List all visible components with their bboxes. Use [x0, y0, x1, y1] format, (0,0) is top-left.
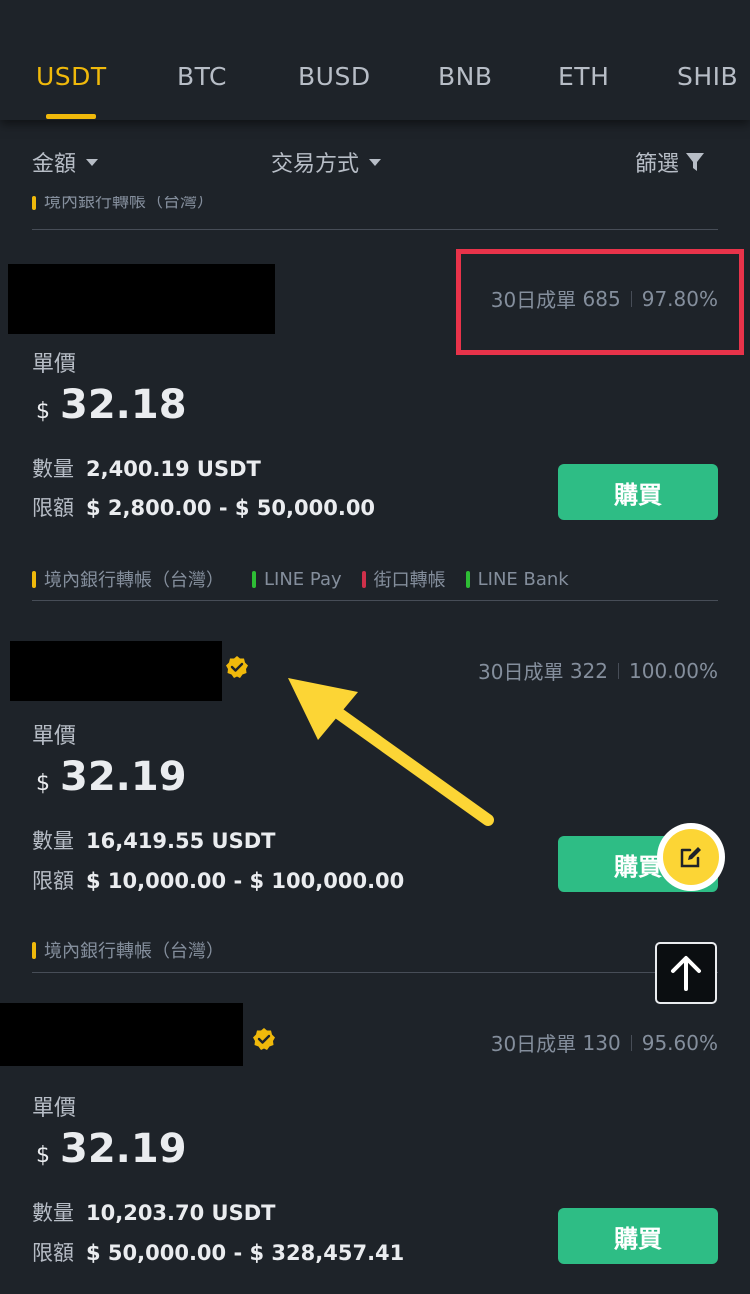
funnel-icon: [686, 153, 705, 171]
unit-price: $32.19: [36, 754, 187, 800]
tab-eth[interactable]: ETH: [558, 62, 609, 91]
tab-shib[interactable]: SHIB: [677, 62, 738, 91]
unit-price: $32.18: [36, 382, 187, 428]
tab-bnb[interactable]: BNB: [438, 62, 493, 91]
amount-filter-label: 金額: [32, 152, 77, 177]
payment-tags: 境內銀行轉帳（台灣） LINE Pay 街口轉帳 LINE Bank: [32, 566, 569, 592]
listing-stats: 30日成單 322 100.00%: [478, 658, 718, 685]
advertiser-name-redacted: [8, 264, 275, 334]
edit-icon: [680, 847, 701, 868]
amount-filter[interactable]: 金額: [32, 146, 99, 178]
caret-down-icon: [369, 158, 382, 166]
payment-tag-cut: 境內銀行轉帳（台灣）: [32, 196, 214, 210]
verified-badge-icon: [226, 656, 248, 678]
tab-busd[interactable]: BUSD: [298, 62, 371, 91]
divider: [32, 972, 718, 973]
currency-tab-bar: USDT BTC BUSD BNB ETH SHIB: [0, 0, 750, 120]
buy-button[interactable]: 購買: [558, 464, 718, 520]
unit-price: $32.19: [36, 1126, 187, 1172]
limit-row: 限額 $ 10,000.00 - $ 100,000.00: [32, 869, 405, 893]
divider: [32, 600, 718, 601]
divider: [32, 229, 718, 230]
filter-button[interactable]: 篩選: [635, 146, 705, 178]
highlight-box: [456, 249, 744, 355]
price-label: 單價: [32, 352, 77, 377]
price-label: 單價: [32, 1096, 77, 1121]
limit-row: 限額 $ 50,000.00 - $ 328,457.41: [32, 1241, 405, 1265]
verified-badge-icon: [253, 1028, 275, 1050]
arrow-up-icon: [671, 956, 701, 991]
advertiser-name-redacted: [10, 641, 222, 701]
tab-btc[interactable]: BTC: [177, 62, 227, 91]
advertiser-name-redacted: [0, 1003, 243, 1066]
tab-usdt[interactable]: USDT: [36, 62, 107, 91]
limit-row: 限額 $ 2,800.00 - $ 50,000.00: [32, 496, 376, 520]
quantity-row: 數量 2,400.19 USDT: [32, 457, 261, 481]
listing-stats: 30日成單 130 95.60%: [490, 1030, 718, 1057]
price-label: 單價: [32, 724, 77, 749]
payment-filter-label: 交易方式: [271, 152, 360, 177]
edit-fab[interactable]: [657, 823, 725, 891]
caret-down-icon: [86, 158, 99, 166]
payment-filter[interactable]: 交易方式: [271, 146, 382, 178]
filter-label: 篩選: [635, 152, 680, 177]
quantity-row: 數量 10,203.70 USDT: [32, 1201, 276, 1225]
annotation-arrow: [288, 678, 494, 826]
quantity-row: 數量 16,419.55 USDT: [32, 829, 276, 853]
active-tab-indicator: [46, 114, 96, 119]
buy-button[interactable]: 購買: [558, 1208, 718, 1264]
payment-tags: 境內銀行轉帳（台灣）: [32, 937, 224, 963]
scroll-top-button[interactable]: [655, 942, 717, 1004]
